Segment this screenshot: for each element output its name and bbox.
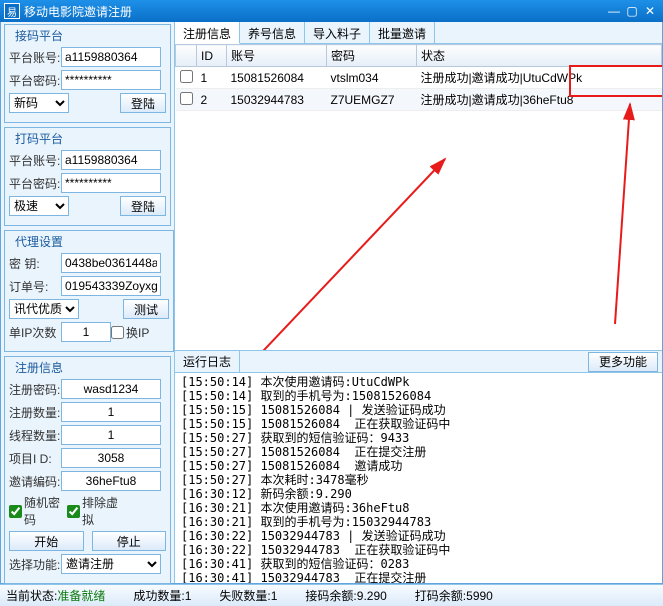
window-title: 移动电影院邀请注册 <box>24 3 605 20</box>
code-password-input[interactable] <box>61 173 161 193</box>
row-checkbox[interactable] <box>180 70 193 83</box>
tab-bar: 注册信息 养号信息 导入料子 批量邀请 <box>175 22 662 44</box>
table-area: ID 账号 密码 状态 1 15081526084 vtslm034 注册成功|… <box>175 44 662 351</box>
proxy-order-input[interactable] <box>61 276 161 296</box>
more-functions-button[interactable]: 更多功能 <box>588 352 658 372</box>
login-button[interactable]: 登陆 <box>120 93 166 113</box>
group-proxy: 代理设置 密 钥: 订单号: 讯代优质 测试 单IP次数 换IP <box>4 230 174 352</box>
close-button[interactable]: ✕ <box>641 4 659 18</box>
label: 注册数量: <box>9 404 61 421</box>
code-login-button[interactable]: 登陆 <box>120 196 166 216</box>
group-legend: 打码平台 <box>13 130 65 147</box>
minimize-button[interactable]: — <box>605 4 623 18</box>
label: 线程数量: <box>9 427 61 444</box>
status-recv-balance: 接码余额:9.290 <box>305 587 386 604</box>
table-row[interactable]: 1 15081526084 vtslm034 注册成功|邀请成功|UtuCdWP… <box>176 67 662 89</box>
status-success: 成功数量:1 <box>133 587 191 604</box>
group-receive-platform: 接码平台 平台账号: 平台密码: 新码 登陆 <box>4 24 171 123</box>
group-legend: 代理设置 <box>13 233 65 250</box>
platform-account-input[interactable] <box>61 47 161 67</box>
proxy-key-input[interactable] <box>61 253 161 273</box>
start-button[interactable]: 开始 <box>9 531 84 551</box>
group-legend: 注册信息 <box>13 359 65 376</box>
label: 订单号: <box>9 278 61 295</box>
tab-account-info[interactable]: 养号信息 <box>240 22 305 43</box>
platform-password-input[interactable] <box>61 70 161 90</box>
label: 平台账号: <box>9 152 61 169</box>
tab-import[interactable]: 导入料子 <box>305 22 370 43</box>
invite-code-input[interactable] <box>61 471 161 491</box>
log-title: 运行日志 <box>175 350 240 373</box>
reg-count-input[interactable] <box>61 402 161 422</box>
group-legend: 接码平台 <box>13 27 65 44</box>
status-bar: 当前状态:准备就绪 成功数量:1 失败数量:1 接码余额:9.290 打码余额:… <box>0 584 663 606</box>
random-password-checkbox[interactable]: 随机密码 <box>9 494 61 528</box>
col-id[interactable]: ID <box>197 45 227 67</box>
label: 注册密码: <box>9 381 61 398</box>
label: 邀请编码: <box>9 473 61 490</box>
row-checkbox[interactable] <box>180 92 193 105</box>
label: 项目I D: <box>9 450 61 467</box>
app-icon: 易 <box>4 3 20 19</box>
label: 平台账号: <box>9 49 61 66</box>
code-account-input[interactable] <box>61 150 161 170</box>
log-header: 运行日志 更多功能 <box>175 351 662 373</box>
threads-input[interactable] <box>61 425 161 445</box>
status-code-balance: 打码余额:5990 <box>415 587 493 604</box>
code-provider-select[interactable]: 极速 <box>9 196 69 216</box>
function-select[interactable]: 邀请注册 <box>61 554 161 574</box>
maximize-button[interactable]: ▢ <box>623 4 641 18</box>
proxy-quality-select[interactable]: 讯代优质 <box>9 299 79 319</box>
label: 平台密码: <box>9 72 61 89</box>
status-state: 当前状态:准备就绪 <box>6 587 105 604</box>
log-body[interactable]: [15:50:14] 本次使用邀请码:UtuCdWPk [15:50:14] 取… <box>175 373 662 583</box>
stop-button[interactable]: 停止 <box>92 531 167 551</box>
table-row[interactable]: 2 15032944783 Z7UEMGZ7 注册成功|邀请成功|36heFtu… <box>176 89 662 111</box>
label: 选择功能: <box>9 556 61 573</box>
group-register: 注册信息 注册密码: 注册数量: 线程数量: 项目I D: 邀请编码: 随机密码… <box>4 356 171 584</box>
col-status[interactable]: 状态 <box>417 45 662 67</box>
per-ip-input[interactable] <box>61 322 111 342</box>
right-panel: 注册信息 养号信息 导入料子 批量邀请 ID 账号 密码 状态 1 150815… <box>175 22 662 583</box>
label: 平台密码: <box>9 175 61 192</box>
provider-select[interactable]: 新码 <box>9 93 69 113</box>
project-id-input[interactable] <box>61 448 161 468</box>
titlebar: 易 移动电影院邀请注册 — ▢ ✕ <box>0 0 663 22</box>
col-account[interactable]: 账号 <box>227 45 327 67</box>
switch-ip-checkbox[interactable]: 换IP <box>111 324 163 341</box>
status-fail: 失败数量:1 <box>219 587 277 604</box>
label: 单IP次数 <box>9 324 61 341</box>
reg-password-input[interactable] <box>61 379 161 399</box>
group-code-platform: 打码平台 平台账号: 平台密码: 极速 登陆 <box>4 127 171 226</box>
results-table: ID 账号 密码 状态 1 15081526084 vtslm034 注册成功|… <box>175 44 662 111</box>
col-password[interactable]: 密码 <box>327 45 417 67</box>
tab-register-info[interactable]: 注册信息 <box>175 22 240 44</box>
left-panel: 接码平台 平台账号: 平台密码: 新码登陆 打码平台 平台账号: 平台密码: 极… <box>1 22 175 583</box>
exclude-virtual-checkbox[interactable]: 排除虚拟 <box>67 494 119 528</box>
tab-batch-invite[interactable]: 批量邀请 <box>370 22 435 43</box>
test-button[interactable]: 测试 <box>123 299 169 319</box>
label: 密 钥: <box>9 255 61 272</box>
